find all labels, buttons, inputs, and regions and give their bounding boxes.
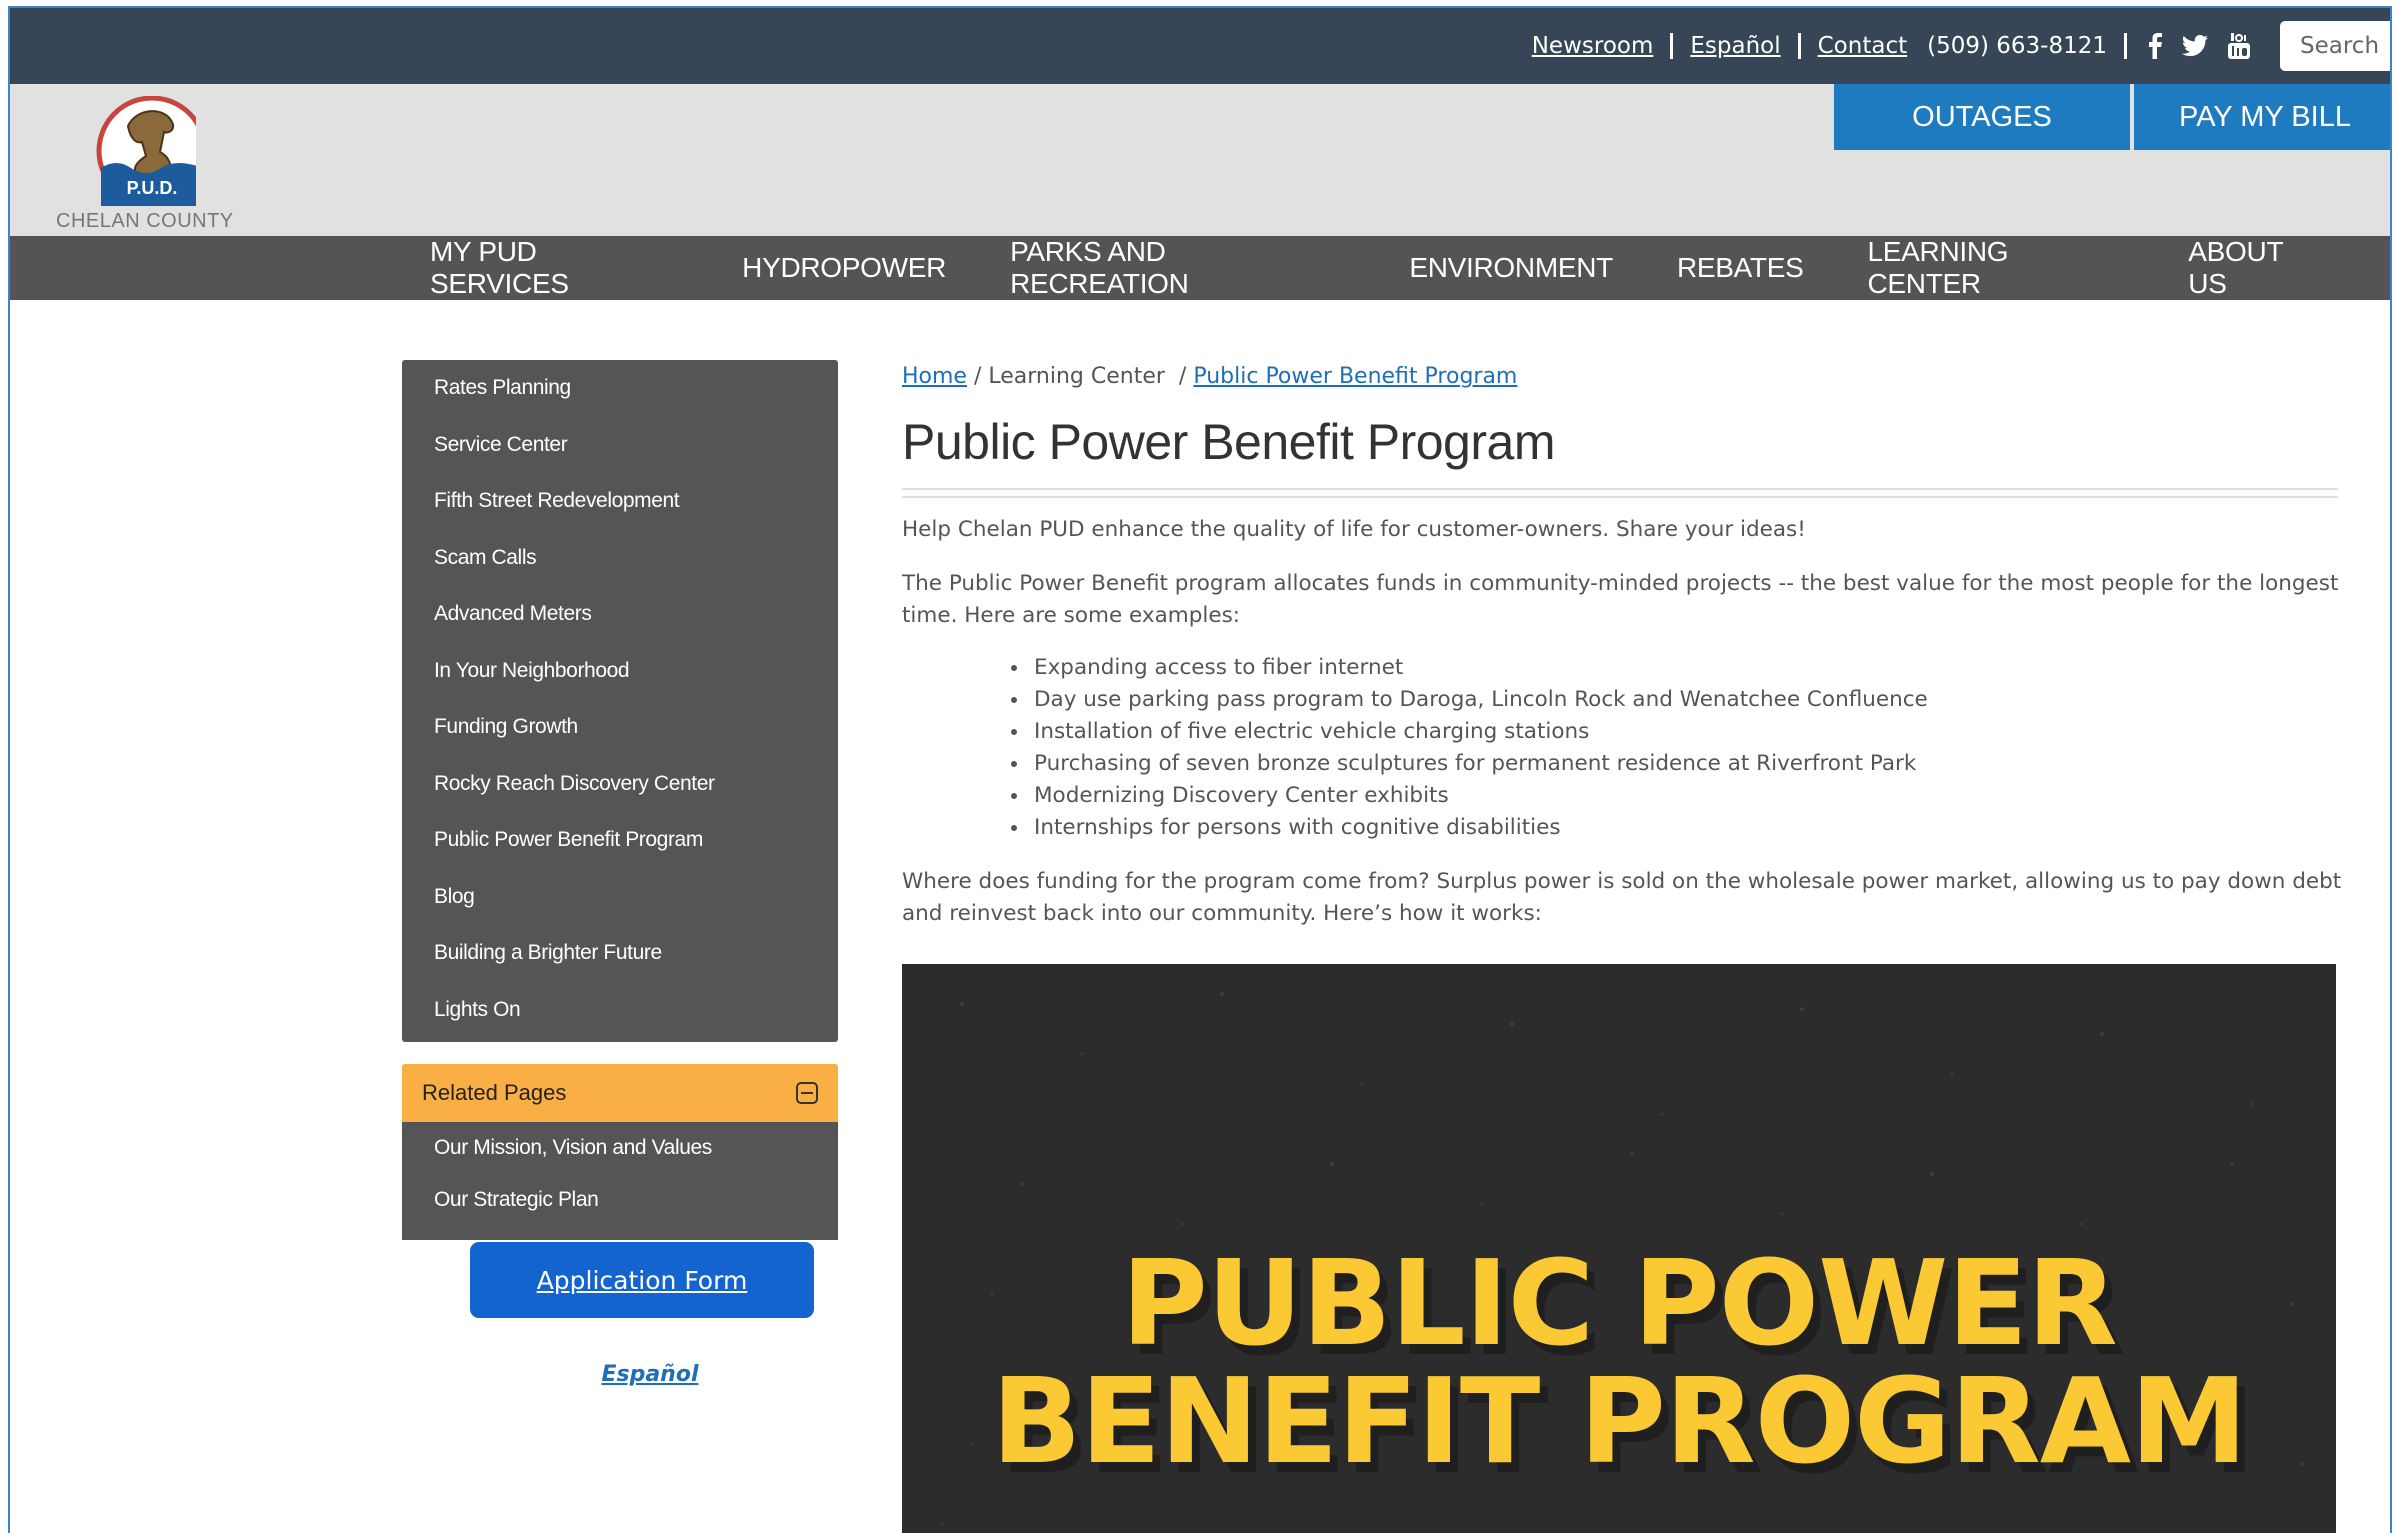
related-item-mission[interactable]: Our Mission, Vision and Values: [402, 1128, 838, 1180]
logo-text: CHELAN COUNTY: [56, 210, 234, 232]
related-pages-header[interactable]: Related Pages: [402, 1064, 838, 1122]
hero-image: PUBLIC POWER BENEFIT PROGRAM: [902, 964, 2336, 1533]
divider: [2124, 33, 2127, 59]
newsroom-link[interactable]: Newsroom: [1532, 33, 1654, 59]
list-item: Expanding access to fiber internet: [1030, 652, 2342, 684]
phone-number: (509) 663-8121: [1927, 33, 2107, 59]
breadcrumb-current[interactable]: Public Power Benefit Program: [1193, 364, 1517, 389]
list-item: Internships for persons with cognitive d…: [1030, 812, 2342, 844]
nav-item-environment[interactable]: ENVIRONMENT: [1409, 252, 1613, 284]
description-text: The Public Power Benefit program allocat…: [902, 571, 2339, 628]
application-form-button[interactable]: Application Form: [470, 1242, 814, 1318]
sidebar-item-advanced-meters[interactable]: Advanced Meters: [402, 596, 838, 653]
youtube-icon[interactable]: [2228, 33, 2250, 59]
divider: [1797, 33, 1801, 59]
utility-bar: Newsroom Español Contact (509) 663-8121: [10, 8, 2390, 84]
breadcrumb-home[interactable]: Home: [902, 364, 967, 389]
sidebar-item-rates-planning[interactable]: Rates Planning: [402, 370, 838, 427]
main-nav: MY PUD SERVICES HYDROPOWER PARKS AND REC…: [10, 236, 2390, 300]
outages-button[interactable]: OUTAGES: [1834, 84, 2130, 150]
search-box[interactable]: [2280, 21, 2390, 71]
divider: [1670, 33, 1674, 59]
examples-list: Expanding access to fiber internet Day u…: [902, 652, 2342, 844]
hero-heading: PUBLIC POWER BENEFIT PROGRAM: [902, 1244, 2336, 1480]
list-item: Installation of five electric vehicle ch…: [1030, 716, 2342, 748]
related-item-strategic-plan[interactable]: Our Strategic Plan: [402, 1180, 838, 1232]
title-divider: [902, 488, 2338, 498]
nav-item-rebates[interactable]: REBATES: [1677, 252, 1804, 284]
page-title: Public Power Benefit Program: [902, 414, 1555, 470]
pay-my-bill-button[interactable]: PAY MY BILL: [2134, 84, 2390, 150]
site-header: P.U.D. CHELAN COUNTY OUTAGES PAY MY BILL: [10, 84, 2390, 236]
sidebar-item-brighter-future[interactable]: Building a Brighter Future: [402, 935, 838, 992]
sidebar-item-funding-growth[interactable]: Funding Growth: [402, 709, 838, 766]
breadcrumb-learning-center: Learning Center: [988, 364, 1165, 389]
nav-item-about-us[interactable]: ABOUT US: [2188, 236, 2326, 300]
sidebar-item-public-power-benefit[interactable]: Public Power Benefit Program: [402, 822, 838, 879]
nav-item-learning-center[interactable]: LEARNING CENTER: [1868, 236, 2125, 300]
breadcrumb-separator: /: [966, 364, 989, 389]
hero-line-1: PUBLIC POWER: [1121, 1234, 2117, 1372]
nav-item-my-pud-services[interactable]: MY PUD SERVICES: [430, 236, 678, 300]
browser-frame: Newsroom Español Contact (509) 663-8121: [8, 6, 2392, 1533]
espanol-link[interactable]: Español: [570, 1362, 730, 1387]
sidebar-nav: Rates Planning Service Center Fifth Stre…: [402, 360, 838, 1042]
sidebar-item-fifth-street[interactable]: Fifth Street Redevelopment: [402, 483, 838, 540]
utility-links: Newsroom Español Contact (509) 663-8121: [1532, 8, 2390, 84]
main-content: Home / Learning Center / Public Power Be…: [902, 360, 2342, 1533]
sidebar-item-neighborhood[interactable]: In Your Neighborhood: [402, 653, 838, 710]
sidebar-item-lights-on[interactable]: Lights On: [402, 992, 838, 1049]
related-pages: Related Pages Our Mission, Vision and Va…: [402, 1064, 838, 1240]
twitter-icon[interactable]: [2182, 35, 2208, 57]
nav-item-hydropower[interactable]: HYDROPOWER: [742, 252, 946, 284]
funding-text: Where does funding for the program come …: [902, 869, 2342, 926]
list-item: Purchasing of seven bronze sculptures fo…: [1030, 748, 2342, 780]
espanol-top-link[interactable]: Español: [1690, 33, 1780, 59]
list-item: Day use parking pass program to Daroga, …: [1030, 684, 2342, 716]
sidebar-item-blog[interactable]: Blog: [402, 879, 838, 936]
hero-line-2: BENEFIT PROGRAM: [991, 1352, 2247, 1490]
breadcrumb: Home / Learning Center / Public Power Be…: [902, 360, 2342, 394]
social-links: [2148, 33, 2250, 59]
logo-emblem-icon: P.U.D.: [96, 95, 208, 207]
facebook-icon[interactable]: [2148, 33, 2162, 59]
related-pages-title: Related Pages: [422, 1080, 567, 1105]
search-input[interactable]: [2300, 33, 2390, 59]
related-pages-list: Our Mission, Vision and Values Our Strat…: [402, 1122, 838, 1240]
sidebar-item-scam-calls[interactable]: Scam Calls: [402, 540, 838, 597]
svg-text:P.U.D.: P.U.D.: [127, 178, 178, 198]
sidebar-item-service-center[interactable]: Service Center: [402, 427, 838, 484]
nav-item-parks-and-recreation[interactable]: PARKS AND RECREATION: [1010, 236, 1345, 300]
collapse-icon[interactable]: [796, 1082, 818, 1104]
intro-text: Help Chelan PUD enhance the quality of l…: [902, 517, 1806, 542]
contact-link[interactable]: Contact: [1818, 33, 1907, 59]
list-item: Modernizing Discovery Center exhibits: [1030, 780, 2342, 812]
sidebar-item-rocky-reach[interactable]: Rocky Reach Discovery Center: [402, 766, 838, 823]
breadcrumb-separator: /: [1164, 364, 1194, 389]
logo[interactable]: P.U.D. CHELAN COUNTY: [56, 95, 233, 232]
